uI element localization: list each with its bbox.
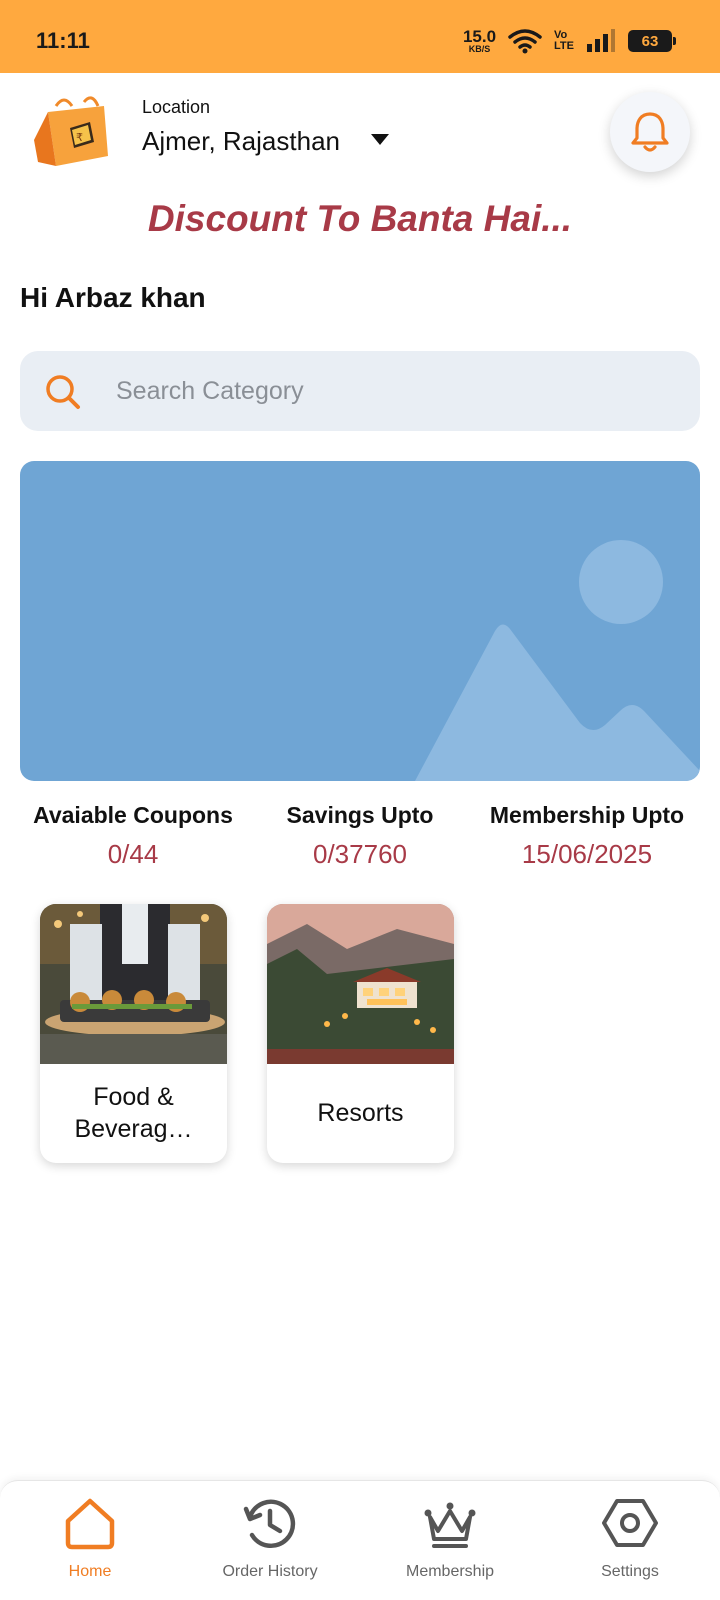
network-speed-value: 15.0 (462, 27, 497, 46)
stat-label: Savings Upto (286, 802, 434, 828)
resort-image (267, 904, 454, 1064)
category-card-food-beverage[interactable]: Food & Beverag… (40, 904, 227, 1163)
tagline: Discount To Banta Hai... (147, 198, 573, 239)
membership-stat: Membership Upto 15/06/2025 (480, 802, 694, 870)
chevron-down-icon[interactable] (371, 134, 389, 145)
nav-label: Membership (405, 1563, 495, 1580)
history-icon (243, 1499, 296, 1549)
nav-item-home[interactable]: Home (0, 1493, 180, 1593)
wifi-icon (508, 29, 542, 54)
category-label: Resorts (267, 1064, 454, 1163)
stat-value: 0/44 (107, 839, 159, 869)
signal-icon (587, 29, 615, 52)
network-speed-unit: KB/S (468, 44, 491, 54)
category-label-text: Resorts (317, 1098, 404, 1127)
location-label: Location (142, 97, 211, 117)
bottom-navigation: Home Order History Membership Settings (0, 1480, 720, 1600)
nav-label: Settings (601, 1563, 659, 1580)
category-label-text: Food & Beverag… (74, 1083, 193, 1143)
notifications-button[interactable] (610, 92, 690, 172)
settings-icon (602, 1499, 658, 1547)
savings-stat: Savings Upto 0/37760 (270, 802, 450, 870)
image-placeholder-icon (415, 540, 700, 781)
nav-item-order-history[interactable]: Order History (180, 1493, 360, 1593)
stat-value: 15/06/2025 (521, 839, 653, 869)
nav-label: Order History (222, 1563, 318, 1580)
nav-item-settings[interactable]: Settings (540, 1493, 720, 1593)
category-card-resorts[interactable]: Resorts (267, 904, 454, 1163)
greeting: Hi Arbaz khan (20, 282, 206, 313)
home-icon (65, 1498, 115, 1550)
search-icon (46, 375, 80, 409)
nav-item-membership[interactable]: Membership (360, 1493, 540, 1593)
available-coupons-stat: Avaiable Coupons 0/44 (26, 802, 240, 870)
bell-icon (631, 112, 669, 152)
volte-bottom: LTE (554, 40, 574, 52)
search-bar[interactable] (20, 351, 700, 431)
stat-value: 0/37760 (313, 839, 407, 869)
svg-text:₹: ₹ (76, 131, 83, 144)
food-image (40, 904, 227, 1064)
status-time: 11:11 (36, 28, 90, 53)
stat-label: Avaiable Coupons (33, 802, 233, 828)
network-speed: 15.0 KB/S (463, 28, 496, 54)
status-icons: 15.0 KB/S Vo LTE 63 (463, 24, 676, 58)
nav-label: Home (68, 1563, 112, 1580)
category-label: Food & Beverag… (40, 1064, 227, 1163)
promo-banner[interactable] (20, 461, 700, 781)
status-bar: 11:11 15.0 KB/S Vo LTE 63 (0, 0, 720, 73)
battery-icon: 63 (628, 30, 676, 52)
crown-icon (424, 1502, 476, 1548)
stat-label: Membership Upto (489, 802, 685, 828)
app-logo: ₹ (34, 96, 108, 166)
search-input[interactable] (116, 369, 656, 413)
location-selector[interactable]: Ajmer, Rajasthan (142, 126, 340, 157)
volte-indicator: Vo LTE (554, 30, 574, 52)
